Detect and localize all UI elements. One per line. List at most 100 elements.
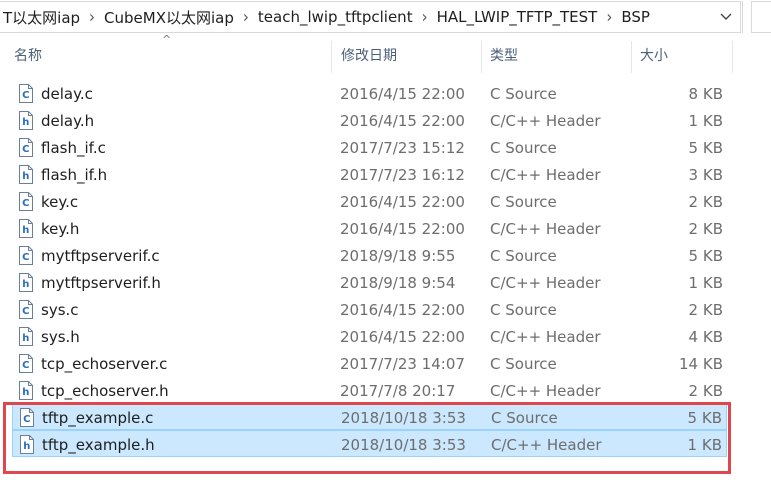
file-row[interactable]: Cdelay.c 2016/4/15 22:00 C Source 8 KB: [12, 80, 727, 107]
column-divider[interactable]: [631, 41, 632, 73]
file-date: 2016/4/15 22:00: [340, 219, 465, 238]
column-type-label: 类型: [490, 48, 518, 64]
file-date: 2017/7/23 16:12: [340, 165, 465, 184]
svg-text:C: C: [22, 198, 29, 209]
column-divider[interactable]: [732, 41, 733, 73]
file-row[interactable]: Cflash_if.c 2017/7/23 15:12 C Source 5 KB: [12, 134, 727, 161]
file-row[interactable]: h key.h 2016/4/15 22:00 C/C++ Header 2 KB: [12, 215, 727, 242]
file-type: C/C++ Header: [490, 111, 601, 130]
breadcrumb-separator[interactable]: ›: [600, 7, 618, 27]
breadcrumb-item[interactable]: CubeMX以太网iap: [101, 7, 237, 28]
svg-text:h: h: [22, 387, 29, 398]
file-date: 2016/4/15 22:00: [340, 84, 465, 103]
c-source-file-icon: C: [18, 300, 34, 319]
breadcrumb[interactable]: T以太网iap › CubeMX以太网iap › teach_lwip_tftp…: [0, 1, 741, 33]
file-row[interactable]: Ctcp_echoserver.c 2017/7/23 14:07 C Source…: [12, 350, 727, 377]
address-bar[interactable]: T以太网iap › CubeMX以太网iap › teach_lwip_tftp…: [0, 0, 771, 34]
breadcrumb-separator[interactable]: ›: [416, 7, 434, 27]
breadcrumb-item[interactable]: T以太网iap: [0, 7, 83, 28]
file-date: 2016/4/15 22:00: [340, 300, 465, 319]
file-name: mytftpserverif.h: [41, 273, 161, 292]
svg-text:C: C: [22, 144, 29, 155]
file-type: C Source: [490, 84, 557, 103]
file-row[interactable]: h mytftpserverif.h 2018/9/18 9:54 C/C++ Hea…: [12, 269, 727, 296]
address-dropdown-button[interactable]: [716, 2, 736, 32]
file-size: 4 KB: [688, 327, 723, 346]
column-name[interactable]: 名称: [14, 37, 42, 73]
file-date: 2017/7/8 20:17: [340, 381, 456, 400]
c-source-file-icon: C: [18, 246, 34, 265]
search-input[interactable]: [751, 1, 771, 33]
file-name: sys.h: [41, 327, 80, 346]
file-name: sys.c: [41, 300, 79, 319]
file-date: 2017/7/23 15:12: [340, 138, 465, 157]
c-header-file-icon: h: [18, 327, 34, 346]
svg-text:C: C: [22, 306, 29, 317]
file-date: 2016/4/15 22:00: [340, 111, 465, 130]
file-name: flash_if.h: [41, 165, 108, 184]
c-header-file-icon: h: [18, 219, 34, 238]
file-date: 2016/4/15 22:00: [340, 327, 465, 346]
file-size: 1 KB: [688, 273, 723, 292]
file-size: 2 KB: [688, 219, 723, 238]
file-date: 2018/9/18 9:55: [340, 246, 456, 265]
svg-text:C: C: [22, 252, 29, 263]
breadcrumb-item[interactable]: BSP: [618, 8, 653, 26]
file-row[interactable]: Ckey.c 2016/4/15 22:00 C Source 2 KB: [12, 188, 727, 215]
svg-text:h: h: [22, 117, 29, 128]
file-size: 5 KB: [688, 246, 723, 265]
file-type: C/C++ Header: [490, 381, 601, 400]
file-name: flash_if.c: [41, 138, 106, 157]
file-name: key.c: [41, 192, 79, 211]
file-type: C Source: [490, 192, 557, 211]
c-header-file-icon: h: [18, 381, 34, 400]
file-size: 5 KB: [688, 138, 723, 157]
c-source-file-icon: C: [18, 354, 34, 373]
breadcrumb-separator[interactable]: ›: [83, 7, 101, 27]
column-divider[interactable]: [481, 41, 482, 73]
breadcrumb-item[interactable]: HAL_LWIP_TFTP_TEST: [434, 8, 601, 26]
file-date: 2016/4/15 22:00: [340, 192, 465, 211]
file-type: C Source: [490, 246, 557, 265]
column-divider[interactable]: [331, 41, 332, 73]
file-size: 2 KB: [688, 381, 723, 400]
file-name: delay.h: [41, 111, 95, 130]
file-size: 1 KB: [688, 111, 723, 130]
column-date[interactable]: 修改日期: [341, 37, 397, 73]
file-name: tcp_echoserver.c: [41, 354, 168, 373]
file-type: C Source: [490, 138, 557, 157]
svg-text:h: h: [22, 333, 29, 344]
column-header: ^ 名称 修改日期 类型 大小: [0, 33, 771, 73]
file-row[interactable]: Cmytftpserverif.c 2018/9/18 9:55 C Source 5…: [12, 242, 727, 269]
svg-text:h: h: [22, 279, 29, 290]
file-row[interactable]: Csys.c 2016/4/15 22:00 C Source 2 KB: [12, 296, 727, 323]
breadcrumb-items: T以太网iap › CubeMX以太网iap › teach_lwip_tftp…: [0, 2, 653, 32]
c-header-file-icon: h: [18, 165, 34, 184]
chevron-down-icon: [720, 13, 732, 20]
c-header-file-icon: h: [18, 111, 34, 130]
column-name-label: 名称: [14, 48, 42, 64]
column-type[interactable]: 类型: [490, 37, 518, 73]
file-size: 8 KB: [688, 84, 723, 103]
file-type: C Source: [490, 300, 557, 319]
file-row[interactable]: h tcp_echoserver.h 2017/7/8 20:17 C/C++ Hea…: [12, 377, 727, 404]
file-type: C Source: [490, 354, 557, 373]
file-name: delay.c: [41, 84, 93, 103]
column-date-label: 修改日期: [341, 48, 397, 64]
file-date: 2017/7/23 14:07: [340, 354, 465, 373]
file-row[interactable]: h delay.h 2016/4/15 22:00 C/C++ Header 1 KB: [12, 107, 727, 134]
breadcrumb-separator[interactable]: ›: [237, 7, 255, 27]
file-size: 2 KB: [688, 300, 723, 319]
file-size: 3 KB: [688, 165, 723, 184]
column-size-label: 大小: [640, 48, 668, 64]
file-row[interactable]: h sys.h 2016/4/15 22:00 C/C++ Header 4 KB: [12, 323, 727, 350]
c-header-file-icon: h: [18, 273, 34, 292]
highlight-annotation: [3, 402, 731, 474]
file-row[interactable]: h flash_if.h 2017/7/23 16:12 C/C++ Header 3 …: [12, 161, 727, 188]
file-type: C/C++ Header: [490, 165, 601, 184]
column-size[interactable]: 大小: [640, 37, 668, 73]
sort-ascending-icon: ^: [162, 33, 172, 46]
breadcrumb-item[interactable]: teach_lwip_tftpclient: [255, 8, 416, 26]
file-type: C/C++ Header: [490, 327, 601, 346]
svg-text:C: C: [22, 360, 29, 371]
